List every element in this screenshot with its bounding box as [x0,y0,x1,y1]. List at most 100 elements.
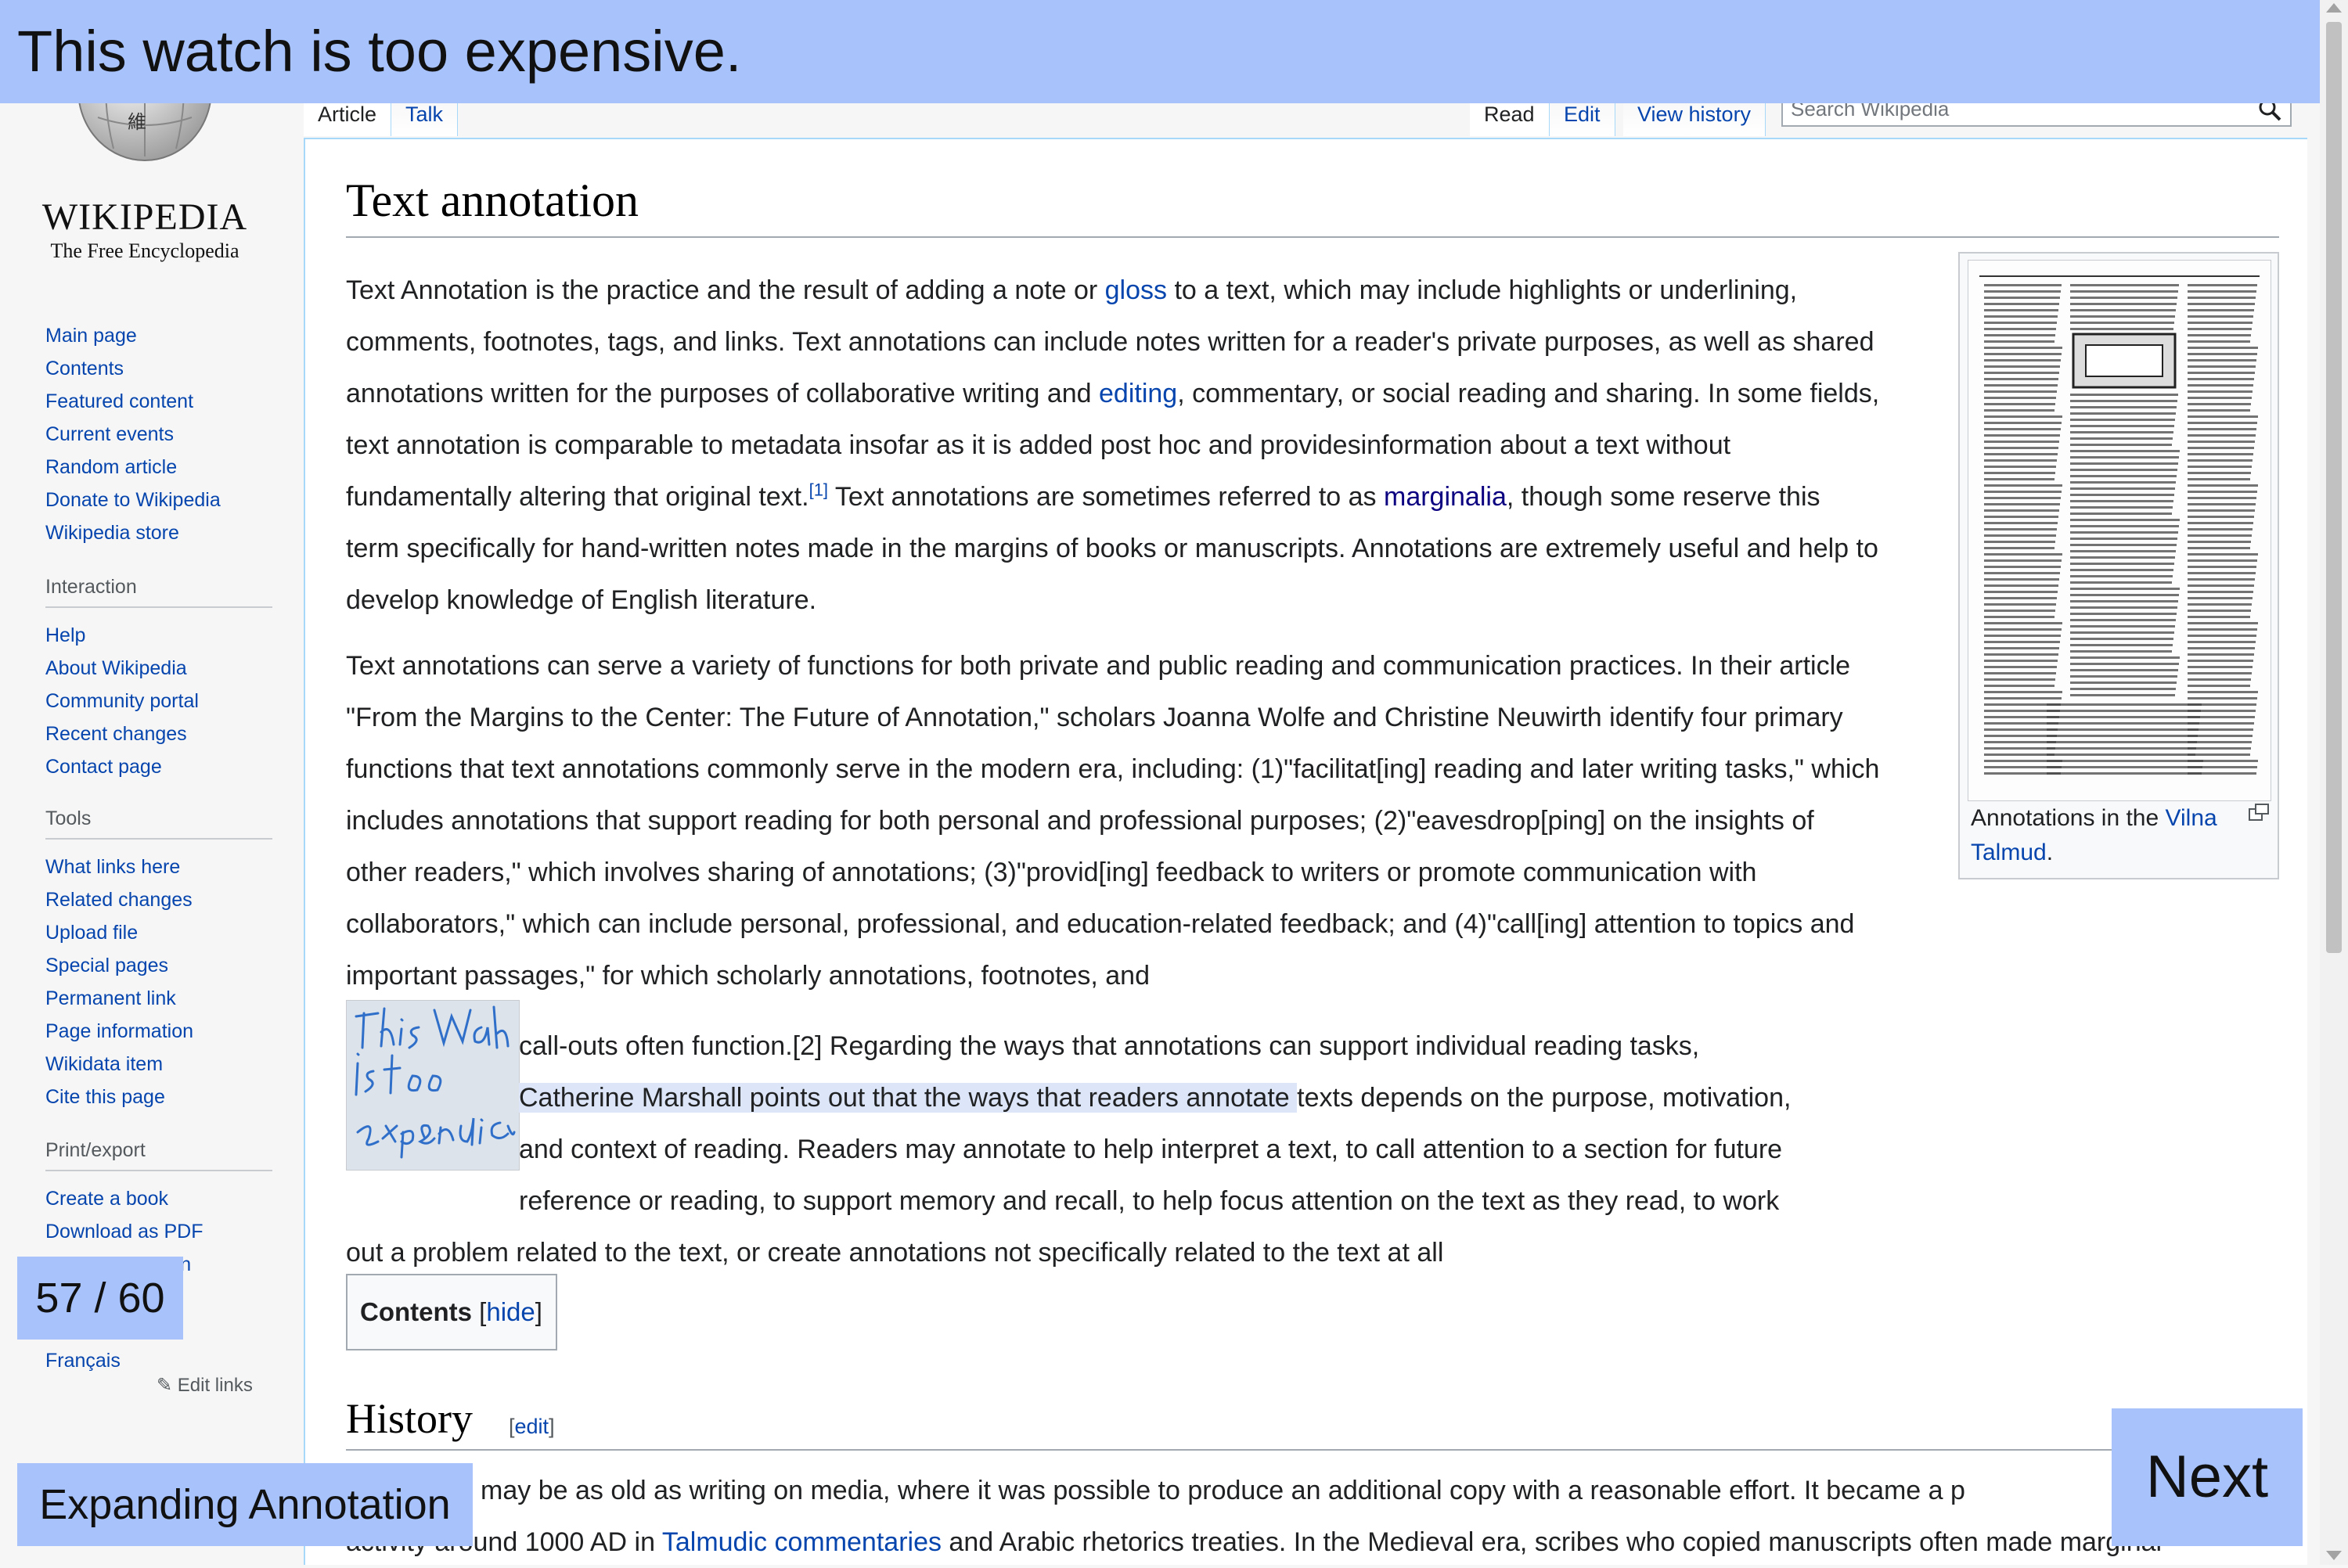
talmud-text-line [2070,688,2176,690]
talmud-text-line [2070,469,2177,471]
talmud-text-line [1984,359,2061,361]
talmud-text-line [2070,500,2173,502]
talmud-text-line [2047,716,2200,718]
talmud-text-line [2188,453,2253,455]
talmud-text-line [2188,610,2251,612]
handwritten-note-thumbnail[interactable] [346,1000,520,1171]
talmud-text-line [2070,594,2179,596]
link-editing[interactable]: editing [1099,379,1177,408]
scroll-down-arrow-icon[interactable] [2326,1551,2342,1560]
talmud-text-line [1984,491,2062,493]
page-counter: 57 / 60 [17,1257,183,1340]
talmud-page-image[interactable] [1968,260,2271,801]
sidebar-item-contents[interactable]: Contents [45,352,272,385]
scroll-up-arrow-icon[interactable] [2326,3,2342,13]
talmud-text-line [2188,434,2256,437]
talmud-text-line [2070,284,2179,286]
talmud-text-line [2070,563,2174,565]
talmud-text-line [2188,541,2251,543]
sidebar-item-download-pdf[interactable]: Download as PDF [45,1215,272,1248]
talmud-text-line [2188,591,2253,593]
sidebar-item-language-french[interactable]: Français [45,1344,272,1377]
talmud-text-line [1984,534,2056,537]
sidebar-item-create-book[interactable]: Create a book [45,1182,272,1215]
talmud-text-line [2070,322,2174,324]
mode-label[interactable]: Expanding Annotation [17,1463,473,1546]
vertical-scrollbar[interactable] [2320,0,2348,1565]
sidebar-item-cite-this-page[interactable]: Cite this page [45,1081,272,1113]
sidebar-item-recent-changes[interactable]: Recent changes [45,717,272,750]
talmud-text-line [1984,378,2058,380]
sidebar-item-about[interactable]: About Wikipedia [45,652,272,685]
text-line-callouts: call-outs often function.[2] Regarding t… [519,1031,1700,1061]
talmud-text-line [1984,566,2061,568]
talmud-text-line [2070,550,2176,552]
talmud-text-line [1984,728,2058,731]
toc-hide-toggle[interactable]: [hide] [479,1297,542,1326]
talmud-text-line [1984,660,2058,662]
talmud-text-line [2188,478,2250,480]
talmud-text-line [2070,613,2177,615]
sidebar-item-featured-content[interactable]: Featured content [45,385,272,418]
enlarge-icon[interactable] [2248,803,2270,822]
sidebar-item-main-page[interactable]: Main page [45,319,272,352]
sidebar-item-what-links-here[interactable]: What links here [45,851,272,883]
talmud-text-line [2188,522,2253,524]
toc-hide-link[interactable]: hide [486,1297,535,1326]
history-edit-link[interactable]: edit [515,1415,549,1438]
sidebar-item-special-pages[interactable]: Special pages [45,949,272,982]
talmud-text-line [1984,397,2056,399]
talmud-text-line [1984,303,2059,305]
talmud-text-line [2070,512,2172,515]
talmud-text-line [2188,397,2252,399]
talmud-text-line [1984,315,2058,318]
sidebar-item-current-events[interactable]: Current events [45,418,272,451]
talmud-text-line [2188,390,2253,393]
sidebar-item-permanent-link[interactable]: Permanent link [45,982,272,1015]
vilna-talmud-figure: Annotations in the Vilna Talmud. [1958,252,2279,879]
sidebar-item-random-article[interactable]: Random article [45,451,272,484]
talmud-text-line [2070,575,2173,577]
link-talmudic-commentaries[interactable]: Talmudic commentaries [662,1527,942,1557]
reference-1[interactable]: [1] [809,480,828,500]
history-edit-section[interactable]: [edit] [509,1415,555,1439]
next-button[interactable]: Next [2112,1408,2303,1546]
annotated-highlight[interactable]: Catherine Marshall points out that the w… [519,1083,1298,1113]
table-of-contents: Contents [hide] [346,1274,557,1350]
talmud-text-line [2047,753,2195,756]
sidebar-item-upload-file[interactable]: Upload file [45,916,272,949]
talmud-text-line [2188,466,2252,468]
link-marginalia[interactable]: marginalia [1384,482,1507,512]
talmud-text-line [1984,622,2062,624]
talmud-text-line [1984,647,2059,649]
sidebar-item-help[interactable]: Help [45,619,272,652]
talmud-text-line [1984,597,2057,599]
sidebar-item-store[interactable]: Wikipedia store [45,516,272,549]
talmud-text-line [2188,597,2253,599]
sidebar-item-page-information[interactable]: Page information [45,1015,272,1048]
talmud-text-line [2188,403,2251,405]
sidebar-item-related-changes[interactable]: Related changes [45,883,272,916]
scrollbar-thumb[interactable] [2326,22,2342,953]
sidebar-item-contact[interactable]: Contact page [45,750,272,783]
talmud-text-line [1984,666,2057,668]
sidebar-item-donate[interactable]: Donate to Wikipedia [45,484,272,516]
sidebar-item-community-portal[interactable]: Community portal [45,685,272,717]
talmud-text-line [2047,728,2199,731]
talmud-text-line [1984,309,2058,311]
talmud-text-line [1984,290,2061,293]
talmud-text-line [2188,528,2253,530]
link-gloss[interactable]: gloss [1105,275,1167,305]
sidebar-item-wikidata-item[interactable]: Wikidata item [45,1048,272,1081]
text-line-reference: reference or reading, to support memory … [519,1186,1780,1216]
talmud-text-line [2070,538,2177,540]
history-text-2b: and Arabic rhetorics treaties. In the Me… [941,1527,2163,1557]
talmud-text-line [2188,584,2254,587]
talmud-text-line [2070,494,2174,496]
edit-links[interactable]: ✎ Edit links [157,1374,253,1397]
talmud-text-line [2188,428,2256,430]
talmud-text-line [2188,334,2251,336]
talmud-text-line [2188,415,2258,418]
talmud-text-line [1984,603,2056,606]
talmud-text-line [2047,747,2196,750]
